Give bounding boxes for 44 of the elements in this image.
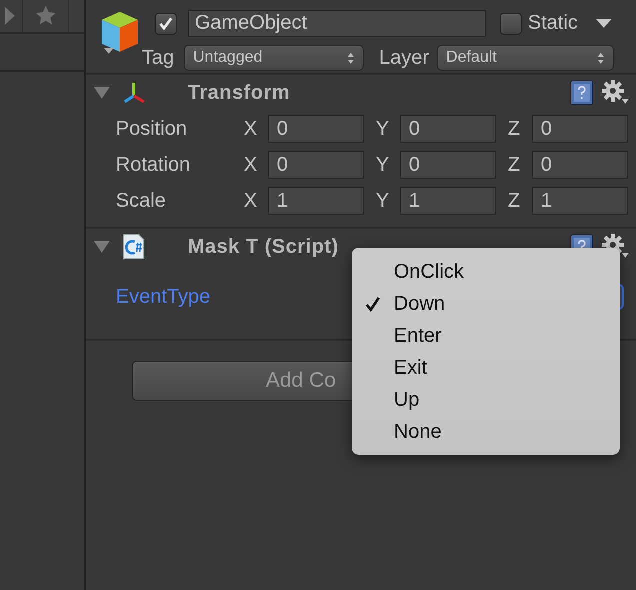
name-field[interactable]: GameObject bbox=[188, 10, 486, 38]
tag-dropdown[interactable]: Untagged bbox=[184, 45, 364, 72]
static-label: Static bbox=[528, 12, 578, 36]
number-field[interactable]: 0 bbox=[400, 151, 496, 179]
layer-dropdown[interactable]: Default bbox=[437, 45, 614, 72]
settings-icon[interactable] bbox=[602, 80, 630, 106]
menu-item[interactable]: OnClick bbox=[352, 256, 620, 288]
checkbox[interactable] bbox=[500, 12, 522, 35]
field-label: Rotation bbox=[116, 154, 192, 176]
menu-item[interactable]: None bbox=[352, 416, 620, 448]
number-field[interactable]: 0 bbox=[268, 151, 364, 179]
axis-label: Y bbox=[376, 118, 390, 140]
axis-label: Z bbox=[508, 154, 522, 176]
number-field[interactable]: 1 bbox=[532, 187, 628, 215]
field-label: Scale bbox=[116, 190, 168, 212]
layer-label: Layer bbox=[379, 46, 430, 70]
checkbox[interactable] bbox=[155, 12, 177, 35]
expand-triangle-icon[interactable] bbox=[94, 240, 110, 254]
dropdown-arrow-icon[interactable] bbox=[596, 19, 612, 28]
expand-triangle-icon[interactable] bbox=[94, 86, 110, 100]
number-field[interactable]: 0 bbox=[268, 115, 364, 143]
menu-item[interactable]: Down bbox=[352, 288, 620, 320]
field-label: Position bbox=[116, 118, 188, 140]
axis-label: Z bbox=[508, 118, 522, 140]
axis-label: Y bbox=[376, 154, 390, 176]
axis-label: X bbox=[244, 154, 258, 176]
field-label: EventType bbox=[116, 286, 212, 308]
number-field[interactable]: 1 bbox=[400, 187, 496, 215]
number-field[interactable]: 0 bbox=[532, 151, 628, 179]
axis-label: Z bbox=[508, 190, 522, 212]
component-title: Transform bbox=[188, 82, 292, 104]
axis-label: X bbox=[244, 190, 258, 212]
tag-label: Tag bbox=[142, 46, 174, 70]
axis-label: Y bbox=[376, 190, 390, 212]
number-field[interactable]: 0 bbox=[532, 115, 628, 143]
axis-label: X bbox=[244, 118, 258, 140]
menu-item[interactable]: Enter bbox=[352, 320, 620, 352]
number-field[interactable]: 1 bbox=[268, 187, 364, 215]
help-icon[interactable] bbox=[570, 80, 594, 106]
updown-icon bbox=[347, 52, 356, 65]
component-title: Mask T (Script) bbox=[188, 236, 340, 258]
star-icon[interactable] bbox=[34, 5, 56, 27]
number-field[interactable]: 0 bbox=[400, 115, 496, 143]
updown-icon bbox=[597, 52, 606, 65]
